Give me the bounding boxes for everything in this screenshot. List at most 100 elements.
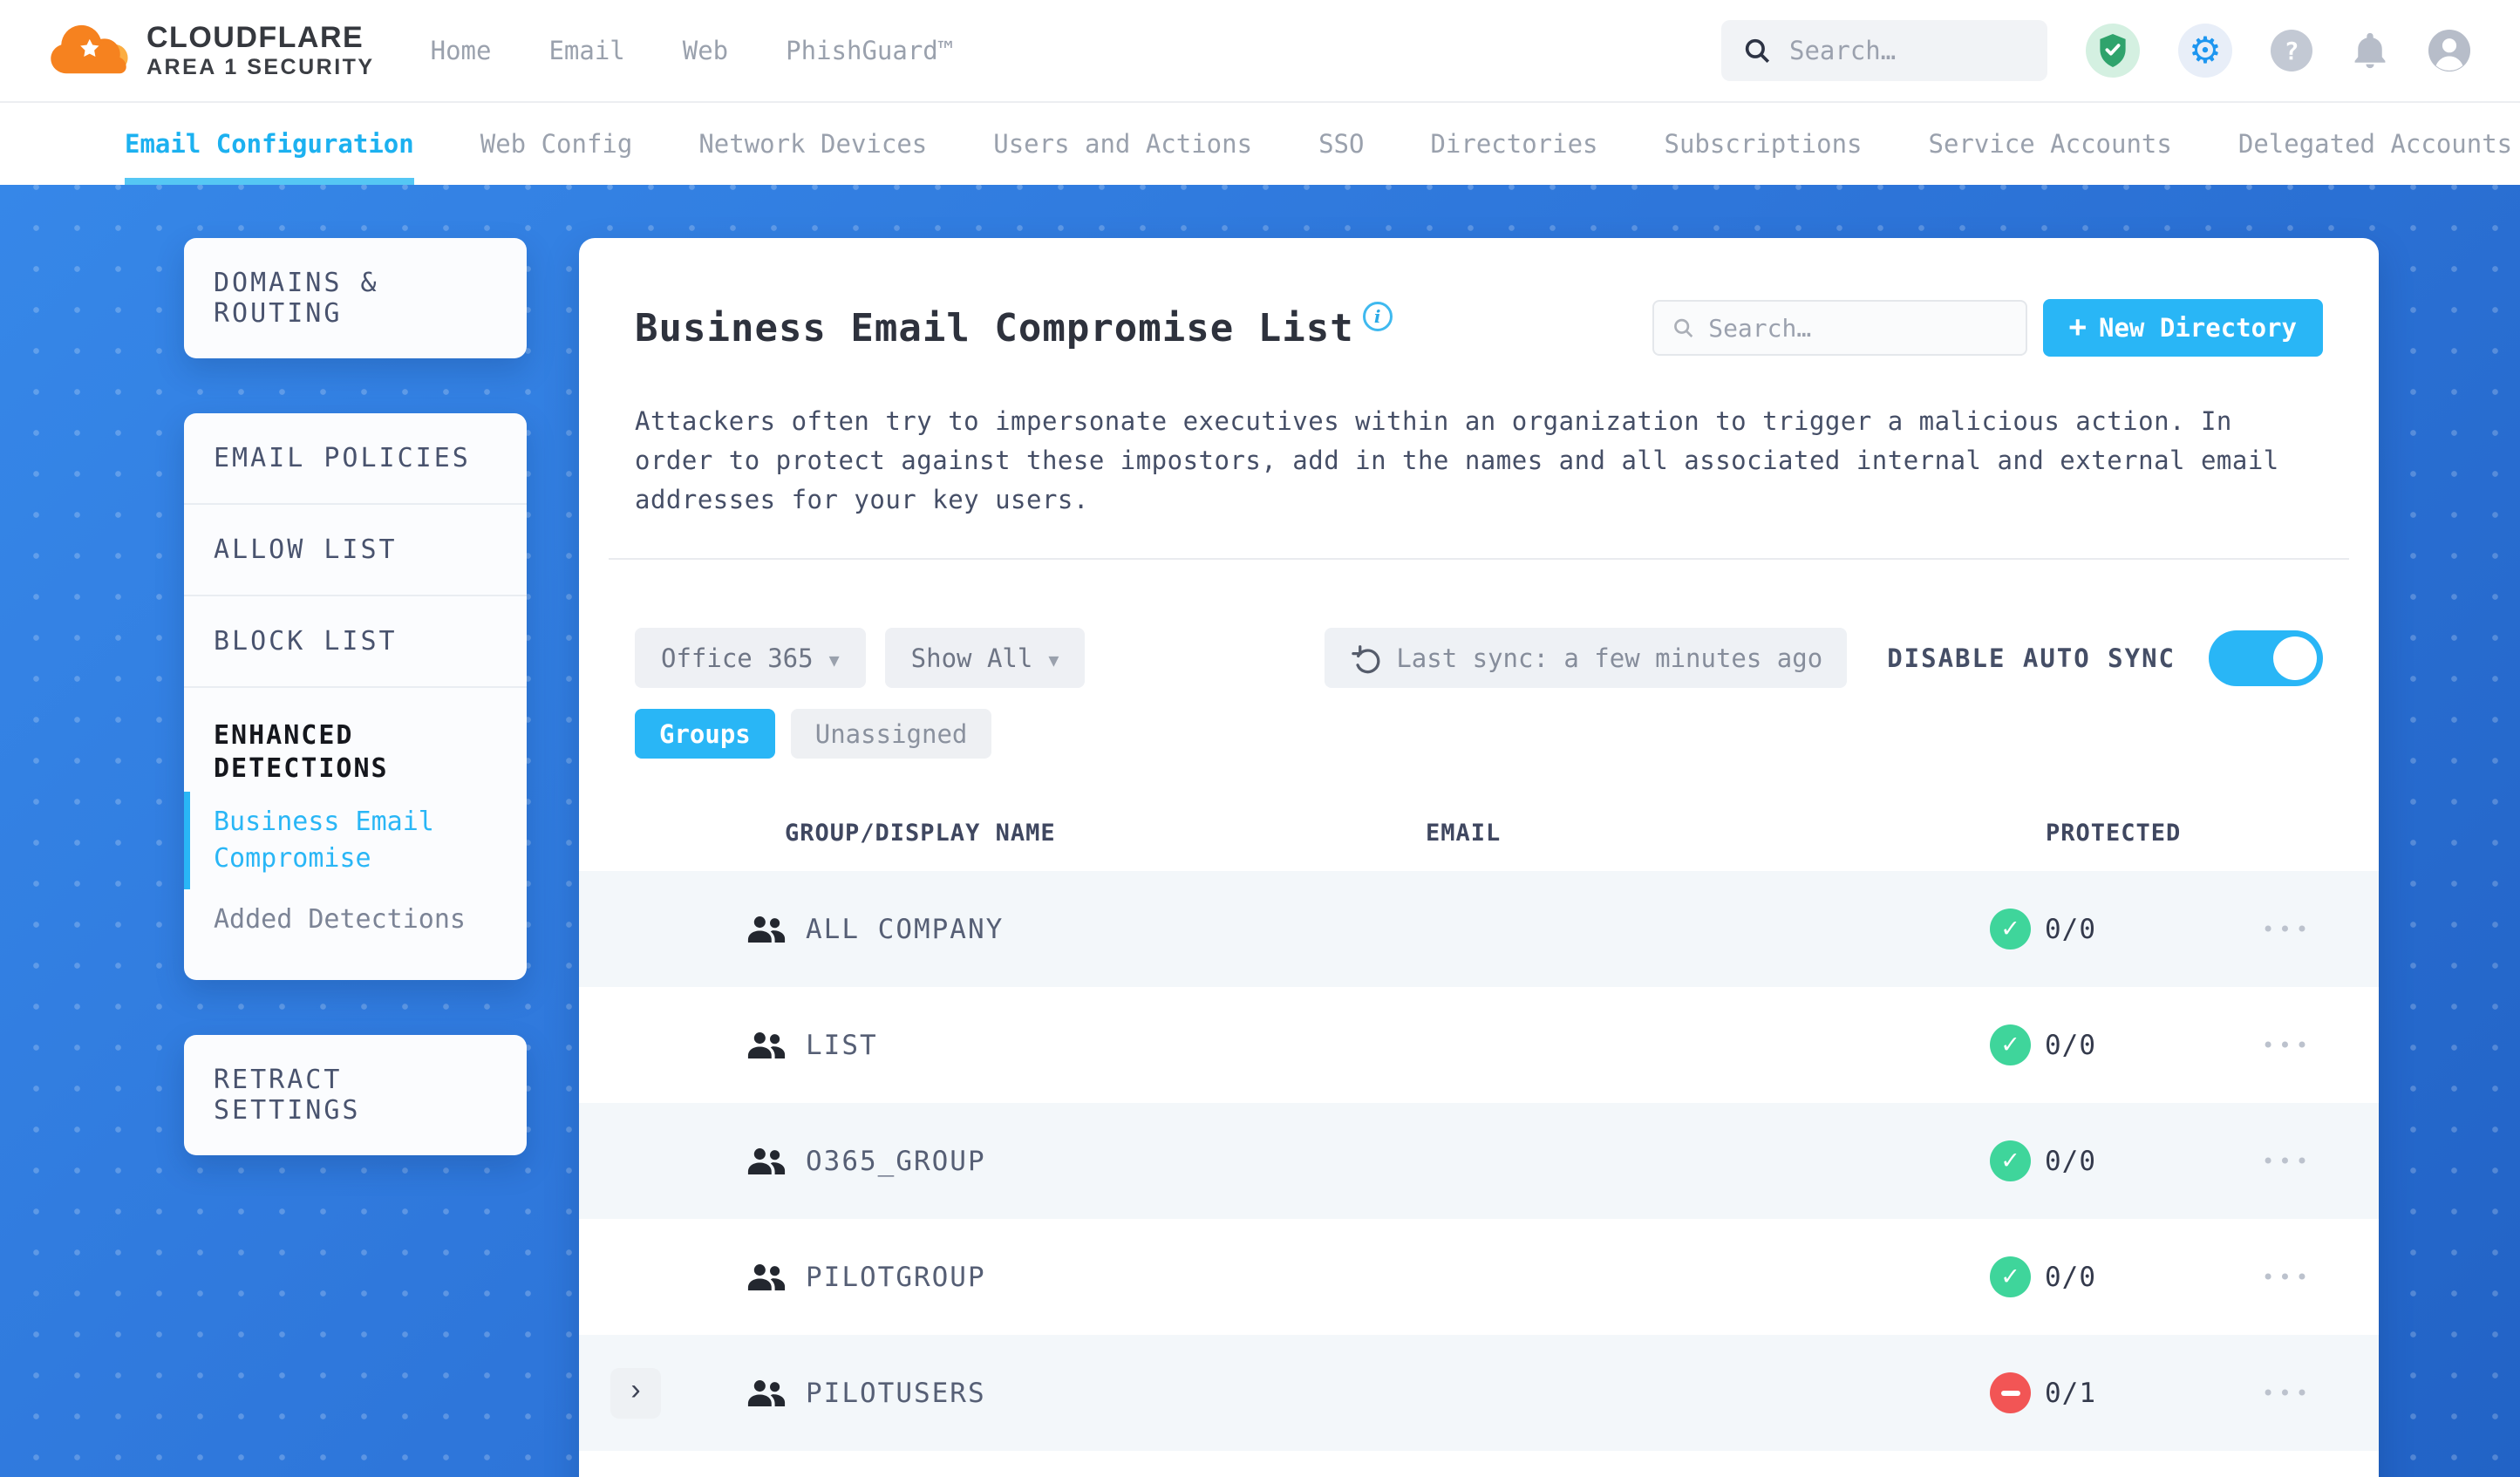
- row-menu-button[interactable]: •••: [2196, 1265, 2379, 1290]
- table-row[interactable]: › O365_GROUP ✓ 0/0 •••: [579, 1103, 2379, 1219]
- protected-count: 0/0: [2045, 1145, 2096, 1177]
- table-row[interactable]: › LIST ✓ 0/0 •••: [579, 987, 2379, 1103]
- protected-status-badge: ✓: [1990, 1140, 2031, 1181]
- subnav-item-sso[interactable]: SSO: [1318, 103, 1364, 185]
- security-status-icon[interactable]: [2086, 24, 2140, 78]
- protected-status-badge: ✓: [1990, 1024, 2031, 1065]
- sidebar-item-email-policies[interactable]: EMAIL POLICIES: [184, 413, 527, 503]
- group-name: O365_GROUP: [806, 1145, 986, 1177]
- row-menu-button[interactable]: •••: [2196, 1381, 2379, 1406]
- sidebar-item-business-email-compromise[interactable]: Business Email Compromise: [184, 791, 472, 889]
- table-row[interactable]: › PILOTGROUP ✓ 0/0 •••: [579, 1219, 2379, 1335]
- page-description: Attackers often try to impersonate execu…: [635, 406, 2279, 514]
- sidebar-item-domains-routing[interactable]: DOMAINS & ROUTING: [184, 238, 527, 358]
- global-search[interactable]: [1721, 20, 2047, 81]
- show-filter-dropdown[interactable]: Show All ▼: [884, 628, 1086, 688]
- row-menu-button[interactable]: •••: [2196, 917, 2379, 942]
- protected-count: 0/1: [2045, 1377, 2096, 1409]
- minus-icon: [2000, 1390, 2020, 1396]
- topnav-item-phishguard-[interactable]: PhishGuard™: [786, 36, 953, 65]
- sidebar-item-enhanced-detections[interactable]: ENHANCED DETECTIONS: [184, 712, 446, 792]
- group-table: › ALL COMPANY ✓ 0/0 ••• ›: [579, 871, 2379, 1451]
- group-people-icon: [747, 1263, 786, 1290]
- group-people-icon: [747, 1147, 786, 1174]
- group-name: ALL COMPANY: [806, 913, 1005, 945]
- search-icon: [1673, 318, 1692, 337]
- workspace-background: DOMAINS & ROUTING EMAIL POLICIES ALLOW L…: [0, 185, 2520, 1477]
- group-name: PILOTUSERS: [806, 1377, 986, 1409]
- topnav-item-home[interactable]: Home: [431, 36, 492, 65]
- plus-icon: +: [2068, 309, 2088, 344]
- check-icon: ✓: [2000, 915, 2020, 943]
- expand-row-button[interactable]: ›: [610, 1367, 661, 1419]
- group-people-icon: [747, 915, 786, 943]
- notifications-bell-icon[interactable]: [2351, 28, 2389, 73]
- group-people-icon: [747, 1379, 786, 1406]
- protected-count: 0/0: [2045, 1029, 2096, 1061]
- brand-title: CLOUDFLARE: [146, 20, 364, 54]
- top-nav: Home Email Web PhishGuard™: [431, 36, 954, 65]
- new-directory-button[interactable]: + New Directory: [2042, 299, 2323, 357]
- sidebar-item-retract-settings[interactable]: RETRACT SETTINGS: [184, 1035, 527, 1155]
- check-icon: ✓: [2000, 1147, 2020, 1174]
- subnav-item-service-accounts[interactable]: Service Accounts: [1929, 103, 2172, 185]
- table-header: GROUP/DISPLAY NAME EMAIL PROTECTED: [635, 820, 2323, 847]
- sidebar-item-added-detections[interactable]: Added Detections: [184, 889, 527, 950]
- auto-sync-label: DISABLE AUTO SYNC: [1887, 643, 2176, 673]
- refresh-icon: [1352, 644, 1380, 673]
- topnav-item-email[interactable]: Email: [548, 36, 624, 65]
- account-avatar-icon[interactable]: [2428, 29, 2471, 72]
- chevron-down-icon: ▼: [828, 649, 840, 670]
- brand-subtitle: AREA 1 SECURITY: [146, 55, 375, 80]
- protected-status-badge: [1990, 1372, 2031, 1413]
- subnav-item-email-configuration[interactable]: Email Configuration: [125, 103, 414, 185]
- auto-sync-toggle[interactable]: [2209, 630, 2323, 686]
- last-sync-chip[interactable]: Last sync: a few minutes ago: [1325, 628, 1848, 688]
- global-search-input[interactable]: [1789, 36, 2026, 65]
- directory-dropdown[interactable]: Office 365 ▼: [635, 628, 866, 688]
- chevron-down-icon: ▼: [1048, 649, 1059, 670]
- group-name: LIST: [806, 1029, 878, 1061]
- protected-status-badge: ✓: [1990, 1256, 2031, 1297]
- cloudflare-logo[interactable]: CLOUDFLARE AREA 1 SECURITY: [51, 20, 375, 80]
- subnav-item-network-devices[interactable]: Network Devices: [698, 103, 927, 185]
- topnav-item-web[interactable]: Web: [683, 36, 728, 65]
- tab-groups[interactable]: Groups: [635, 709, 775, 759]
- protected-status-badge: ✓: [1990, 909, 2031, 950]
- info-icon[interactable]: i: [1362, 302, 1393, 331]
- subnav-item-web-config[interactable]: Web Config: [480, 103, 633, 185]
- sidebar: DOMAINS & ROUTING EMAIL POLICIES ALLOW L…: [184, 238, 527, 1210]
- column-protected: PROTECTED: [2046, 820, 2182, 847]
- list-search[interactable]: [1652, 300, 2027, 356]
- check-icon: ✓: [2000, 1031, 2020, 1058]
- subnav-item-users-and-actions[interactable]: Users and Actions: [993, 103, 1252, 185]
- tab-unassigned[interactable]: Unassigned: [790, 709, 992, 759]
- check-icon: ✓: [2000, 1263, 2020, 1290]
- protected-count: 0/0: [2045, 913, 2096, 945]
- section-nav: Email Configuration Web Config Network Dev…: [0, 103, 2520, 185]
- column-email: EMAIL: [1426, 820, 1502, 847]
- table-row[interactable]: › PILOTUSERS 0/1 •••: [579, 1335, 2379, 1451]
- group-tabs: Groups Unassigned: [635, 709, 2323, 759]
- top-bar: CLOUDFLARE AREA 1 SECURITY Home Email Web P…: [0, 0, 2520, 103]
- toggle-knob: [2273, 636, 2317, 680]
- table-row[interactable]: › ALL COMPANY ✓ 0/0 •••: [579, 871, 2379, 987]
- cloudflare-cloud-icon: [51, 24, 128, 74]
- row-menu-button[interactable]: •••: [2196, 1149, 2379, 1174]
- group-people-icon: [747, 1031, 786, 1058]
- sidebar-item-block-list[interactable]: BLOCK LIST: [184, 595, 527, 686]
- divider: [609, 558, 2349, 560]
- settings-gear-icon[interactable]: ⚙: [2178, 24, 2232, 78]
- subnav-item-directories[interactable]: Directories: [1430, 103, 1597, 185]
- help-icon[interactable]: ?: [2271, 30, 2312, 71]
- group-name: PILOTGROUP: [806, 1261, 986, 1293]
- sidebar-item-allow-list[interactable]: ALLOW LIST: [184, 503, 527, 595]
- row-menu-button[interactable]: •••: [2196, 1033, 2379, 1058]
- subnav-item-subscriptions[interactable]: Subscriptions: [1665, 103, 1863, 185]
- protected-count: 0/0: [2045, 1261, 2096, 1293]
- list-search-input[interactable]: [1708, 313, 2008, 343]
- main-panel: Business Email Compromise List i + New D…: [579, 238, 2379, 1477]
- subnav-item-delegated-accounts[interactable]: Delegated Accounts: [2238, 103, 2512, 185]
- search-icon: [1745, 38, 1770, 64]
- column-group-display-name: GROUP/DISPLAY NAME: [785, 820, 1056, 847]
